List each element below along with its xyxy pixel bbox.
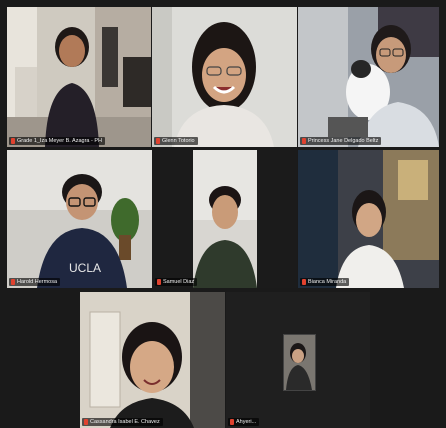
video-feed	[7, 7, 151, 147]
participant-name-tag: Cassandra Isabel E. Chavez	[82, 418, 163, 426]
participant-name: Princess Jane Delgado Beltz	[308, 138, 379, 144]
participant-name-tag: Ahyeri...	[228, 418, 260, 426]
video-tile-glenn[interactable]: Glenn Totorio	[152, 7, 297, 147]
video-tile-princess[interactable]: Princess Jane Delgado Beltz	[298, 7, 439, 147]
participant-name-tag: Grade 1_Iza Meyer B. Azagra - PH	[9, 137, 105, 145]
participant-name-tag: Harold Hermosa	[9, 278, 61, 286]
shirt-logo: UCLA	[69, 261, 101, 275]
video-feed	[298, 7, 439, 147]
participant-name: Samuel Diaz	[163, 279, 195, 285]
video-feed	[80, 292, 225, 428]
video-tile-samuel[interactable]: Samuel Diaz	[153, 150, 297, 288]
participant-name: Bianca Miranda	[308, 279, 347, 285]
participant-name: Harold Hermosa	[17, 279, 58, 285]
participant-name: Cassandra Isabel E. Chavez	[90, 419, 160, 425]
profile-photo	[284, 335, 315, 390]
muted-mic-icon	[156, 138, 160, 144]
video-tile-harold[interactable]: UCLA Harold Hermosa	[7, 150, 152, 288]
muted-mic-icon	[302, 138, 306, 144]
participant-name-tag: Samuel Diaz	[155, 278, 198, 286]
participant-name-tag: Bianca Miranda	[300, 278, 350, 286]
participant-name: Grade 1_Iza Meyer B. Azagra - PH	[17, 138, 102, 144]
muted-mic-icon	[302, 279, 306, 285]
participant-name-tag: Princess Jane Delgado Beltz	[300, 137, 382, 145]
video-tile-bianca[interactable]: Bianca Miranda	[298, 150, 439, 288]
muted-mic-icon	[11, 138, 15, 144]
video-feed	[298, 150, 439, 288]
video-feed: UCLA	[7, 150, 152, 288]
video-tile-cassandra[interactable]: Cassandra Isabel E. Chavez	[80, 292, 225, 428]
participant-name: Glenn Totorio	[162, 138, 195, 144]
video-feed	[153, 150, 297, 288]
muted-mic-icon	[157, 279, 161, 285]
video-feed	[152, 7, 297, 147]
video-tile-iza[interactable]: Grade 1_Iza Meyer B. Azagra - PH	[7, 7, 151, 147]
participant-name: Ahyeri...	[236, 419, 257, 425]
muted-mic-icon	[230, 419, 234, 425]
participant-profile-picture	[283, 334, 316, 391]
muted-mic-icon	[84, 419, 88, 425]
participant-name-tag: Glenn Totorio	[154, 137, 198, 145]
muted-mic-icon	[11, 279, 15, 285]
